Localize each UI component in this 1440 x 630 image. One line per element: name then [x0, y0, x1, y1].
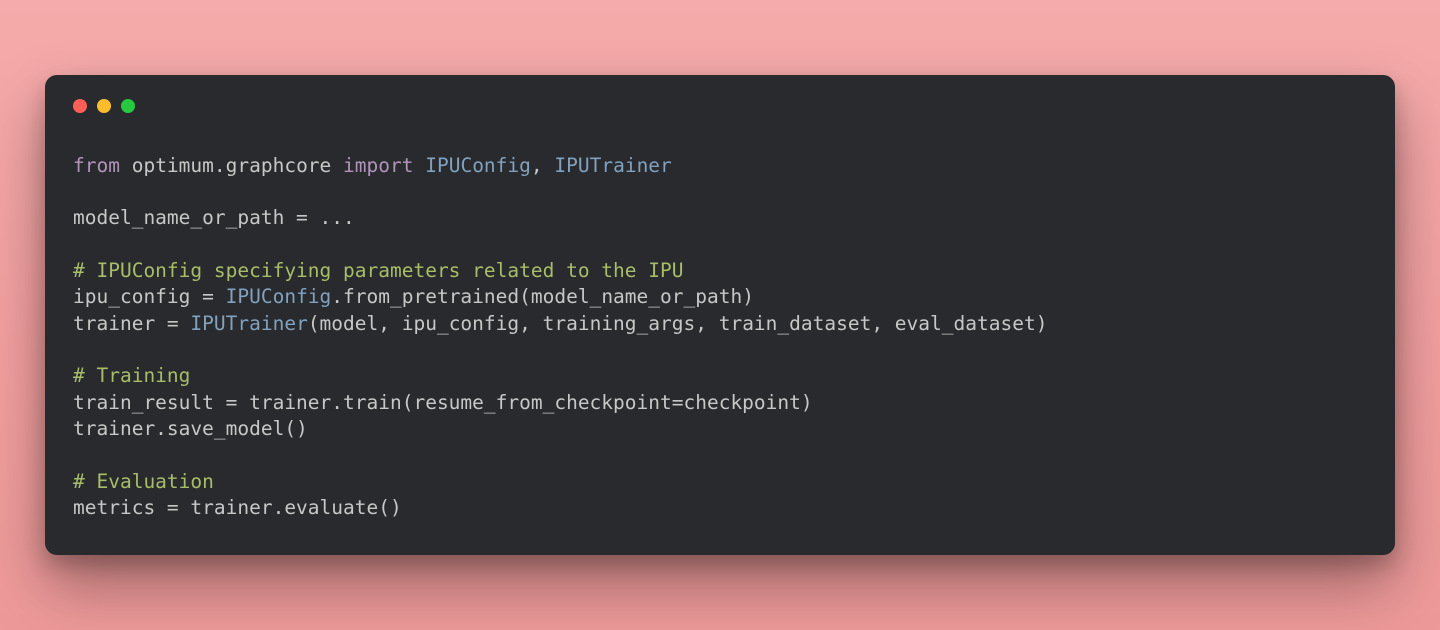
- keyword-import: import: [343, 154, 413, 177]
- traffic-lights: [73, 99, 1367, 113]
- class-ipuconfig: IPUConfig: [226, 285, 332, 308]
- code-text: ipu_config =: [73, 285, 226, 308]
- code-line: model_name_or_path = ...: [73, 206, 355, 229]
- code-block: from optimum.graphcore import IPUConfig,…: [73, 153, 1367, 521]
- code-text: .from_pretrained(model_name_or_path): [331, 285, 754, 308]
- comment-line: # Training: [73, 364, 190, 387]
- space: [413, 154, 425, 177]
- comma: ,: [531, 154, 554, 177]
- keyword-from: from: [73, 154, 120, 177]
- minimize-icon[interactable]: [97, 99, 111, 113]
- maximize-icon[interactable]: [121, 99, 135, 113]
- comment-line: # Evaluation: [73, 470, 214, 493]
- code-line: train_result = trainer.train(resume_from…: [73, 391, 813, 414]
- close-icon[interactable]: [73, 99, 87, 113]
- comment-line: # IPUConfig specifying parameters relate…: [73, 259, 683, 282]
- class-iputrainer: IPUTrainer: [190, 312, 307, 335]
- class-iputrainer: IPUTrainer: [554, 154, 671, 177]
- code-window: from optimum.graphcore import IPUConfig,…: [45, 75, 1395, 555]
- code-line: trainer.save_model(): [73, 417, 308, 440]
- code-line: metrics = trainer.evaluate(): [73, 496, 402, 519]
- class-ipuconfig: IPUConfig: [425, 154, 531, 177]
- code-text: (model, ipu_config, training_args, train…: [308, 312, 1048, 335]
- code-text: trainer =: [73, 312, 190, 335]
- module-path: optimum.graphcore: [120, 154, 343, 177]
